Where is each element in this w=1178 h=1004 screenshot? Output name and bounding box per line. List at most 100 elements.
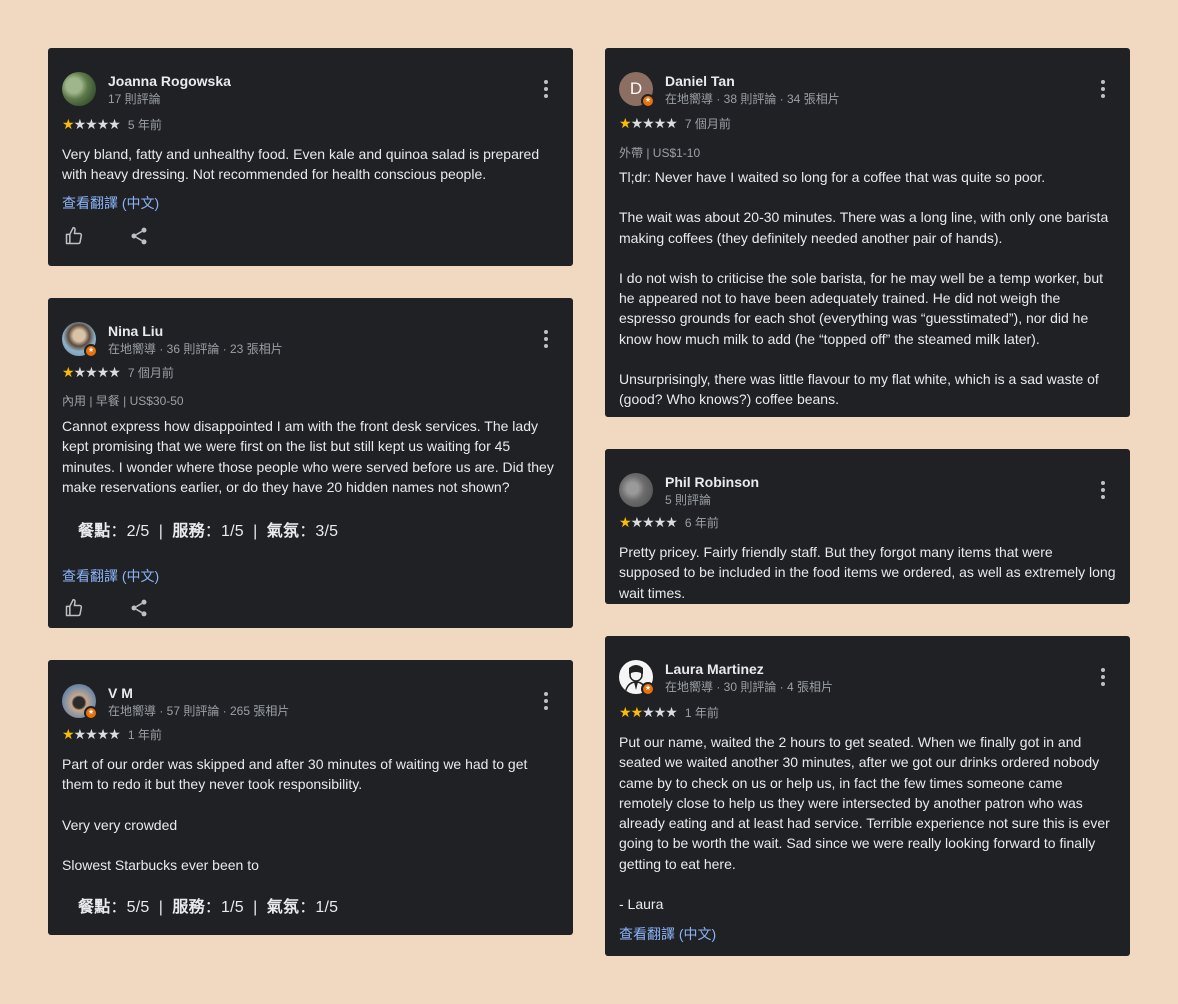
- review-card: ★ Nina Liu 在地嚮導 · 36 則評論 · 23 張相片 ★★★★★ …: [48, 298, 573, 628]
- star-empty-icon: ★: [108, 116, 121, 132]
- star-empty-icon: ★: [96, 116, 110, 132]
- star-empty-icon: ★: [642, 704, 655, 720]
- star-empty-icon: ★: [108, 364, 121, 380]
- star-rating: ★★★★★: [619, 115, 678, 131]
- review-card: D ★ Daniel Tan 在地嚮導 · 38 則評論 · 34 張相片 ★★…: [605, 48, 1130, 417]
- service-label: 服務: [172, 523, 205, 540]
- reviewer-avatar[interactable]: [62, 72, 96, 106]
- reviewer-name[interactable]: Laura Martinez: [665, 661, 764, 677]
- food-label: 餐點: [78, 523, 111, 540]
- more-options-icon[interactable]: [543, 330, 549, 348]
- review-rating: ★★★★★ 7 個月前: [62, 364, 174, 380]
- review-text: Very bland, fatty and unhealthy food. Ev…: [62, 144, 559, 185]
- star-filled-icon: ★: [62, 364, 75, 380]
- review-time: 1 年前: [684, 705, 719, 720]
- more-options-icon[interactable]: [543, 692, 549, 710]
- reviewer-meta: 在地嚮導 · 36 則評論 · 23 張相片: [108, 342, 283, 356]
- star-empty-icon: ★: [630, 115, 644, 131]
- star-empty-icon: ★: [653, 704, 667, 720]
- reviewer-name[interactable]: Joanna Rogowska: [108, 73, 231, 89]
- star-empty-icon: ★: [642, 115, 655, 131]
- share-icon[interactable]: [127, 224, 151, 248]
- review-header: ★ Nina Liu 在地嚮導 · 36 則評論 · 23 張相片: [62, 320, 559, 358]
- reviewer-name[interactable]: V M: [108, 685, 133, 701]
- review-actions: [62, 224, 182, 248]
- review-header: Joanna Rogowska 17 則評論: [62, 70, 559, 106]
- star-filled-icon: ★: [619, 514, 632, 530]
- star-rating: ★★★★★: [619, 514, 678, 530]
- reviewer-name[interactable]: Nina Liu: [108, 323, 163, 339]
- sub-ratings: 餐點：5/5 | 服務：1/5 | 氣氛：1/5: [78, 899, 339, 916]
- review-paragraph: Put our name, waited the 2 hours to get …: [619, 734, 1110, 872]
- review-paragraph: The wait was about 20-30 minutes. There …: [619, 209, 1109, 246]
- review-time: 7 個月前: [127, 365, 174, 380]
- star-empty-icon: ★: [85, 364, 98, 380]
- star-empty-icon: ★: [642, 514, 655, 530]
- local-guide-badge-icon: ★: [84, 344, 98, 358]
- review-card: ★ V M 在地嚮導 · 57 則評論 · 265 張相片 ★★★★★ 1 年前…: [48, 660, 573, 935]
- more-options-icon[interactable]: [543, 80, 549, 98]
- reviewer-name[interactable]: Phil Robinson: [665, 474, 759, 490]
- share-icon[interactable]: [127, 596, 151, 620]
- atmosphere-label: 氣氛: [266, 523, 300, 540]
- star-empty-icon: ★: [96, 364, 110, 380]
- more-options-icon[interactable]: [1100, 668, 1106, 686]
- review-time: 5 年前: [127, 117, 162, 132]
- translate-link[interactable]: 查看翻譯 (中文): [62, 566, 159, 586]
- review-time: 1 年前: [127, 727, 162, 742]
- like-icon[interactable]: [62, 596, 86, 620]
- star-empty-icon: ★: [108, 726, 121, 742]
- reviewer-meta: 在地嚮導 · 30 則評論 · 4 張相片: [665, 680, 834, 694]
- review-paragraph: Cannot express how disappointed I am wit…: [62, 418, 554, 495]
- star-empty-icon: ★: [85, 116, 98, 132]
- review-rating: ★★★★★ 6 年前: [619, 514, 719, 530]
- reviewer-meta: 5 則評論: [665, 493, 712, 507]
- service-score: 1/5: [221, 899, 244, 916]
- avatar-letter: D: [629, 79, 643, 98]
- food-score: 5/5: [126, 899, 150, 916]
- review-time: 6 年前: [684, 515, 719, 530]
- atmosphere-score: 3/5: [315, 523, 339, 540]
- food-label: 餐點: [78, 899, 111, 916]
- star-empty-icon: ★: [73, 116, 87, 132]
- review-text: Put our name, waited the 2 hours to get …: [619, 732, 1116, 914]
- review-header: ★ Laura Martinez 在地嚮導 · 30 則評論 · 4 張相片: [619, 658, 1116, 696]
- review-text: Tl;dr: Never have I waited so long for a…: [619, 167, 1116, 410]
- star-rating: ★★★★★: [619, 704, 678, 720]
- more-options-icon[interactable]: [1100, 481, 1106, 499]
- star-filled-icon: ★: [619, 704, 632, 720]
- star-empty-icon: ★: [73, 364, 87, 380]
- review-card: ★ Laura Martinez 在地嚮導 · 30 則評論 · 4 張相片 ★…: [605, 636, 1130, 956]
- star-filled-icon: ★: [62, 116, 75, 132]
- service-score: 1/5: [221, 523, 244, 540]
- review-paragraph: I do not wish to criticise the sole bari…: [619, 269, 1103, 347]
- review-header: D ★ Daniel Tan 在地嚮導 · 38 則評論 · 34 張相片: [619, 70, 1116, 108]
- translate-link[interactable]: 查看翻譯 (中文): [62, 193, 159, 213]
- star-rating: ★★★★★: [62, 726, 121, 742]
- star-filled-icon: ★: [630, 704, 644, 720]
- translate-link[interactable]: 查看翻譯 (中文): [619, 924, 716, 944]
- review-card: Joanna Rogowska 17 則評論 ★★★★★ 5 年前 Very b…: [48, 48, 573, 266]
- review-text: Pretty pricey. Fairly friendly staff. Bu…: [619, 542, 1116, 603]
- star-filled-icon: ★: [619, 115, 632, 131]
- food-score: 2/5: [126, 523, 150, 540]
- atmosphere-label: 氣氛: [266, 899, 300, 916]
- reviewer-avatar[interactable]: [619, 473, 653, 507]
- review-paragraph: Slowest Starbucks ever been to: [62, 856, 259, 873]
- star-empty-icon: ★: [665, 115, 678, 131]
- star-empty-icon: ★: [665, 514, 678, 530]
- sub-ratings: 餐點：2/5 | 服務：1/5 | 氣氛：3/5: [78, 523, 339, 540]
- star-empty-icon: ★: [665, 704, 678, 720]
- local-guide-badge-icon: ★: [641, 682, 655, 696]
- more-options-icon[interactable]: [1100, 80, 1106, 98]
- star-empty-icon: ★: [73, 726, 87, 742]
- review-header: Phil Robinson 5 則評論: [619, 471, 1116, 507]
- service-label: 服務: [172, 899, 205, 916]
- visit-tags: 內用 | 早餐 | US$30-50: [62, 394, 184, 408]
- reviewer-name[interactable]: Daniel Tan: [665, 73, 735, 89]
- like-icon[interactable]: [62, 224, 86, 248]
- review-text: Cannot express how disappointed I am wit…: [62, 416, 559, 497]
- star-empty-icon: ★: [85, 726, 98, 742]
- review-rating: ★★★★★ 1 年前: [619, 704, 719, 720]
- review-paragraph: Unsurprisingly, there was little flavour…: [619, 371, 1099, 408]
